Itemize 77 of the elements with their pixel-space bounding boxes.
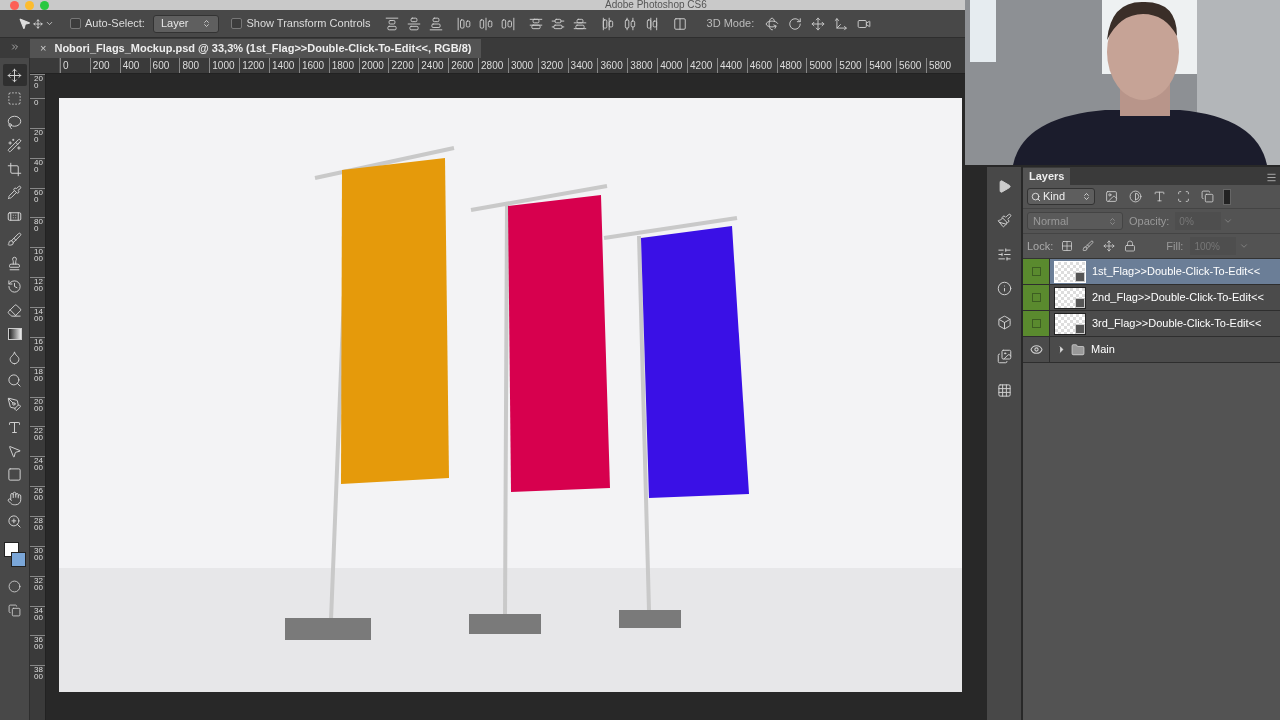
opacity-label: Opacity:: [1129, 213, 1170, 229]
filter-toggle[interactable]: [1223, 188, 1231, 205]
ruler-label: 2400: [418, 58, 449, 73]
lock-all-icon[interactable]: [1123, 239, 1138, 253]
ruler-label: 0: [60, 58, 90, 73]
ruler-label: 2800: [478, 58, 508, 73]
layer-name: 1st_Flag>>Double-Click-To-Edit<<: [1092, 264, 1261, 280]
ruler-label: 3000: [507, 58, 538, 73]
move-tool-preset-icon[interactable]: [18, 17, 54, 30]
shape-filter-icon[interactable]: [1175, 188, 1191, 205]
ruler-label: 4200: [687, 58, 717, 73]
layer-name: Main: [1091, 342, 1115, 358]
ruler-label: 1800: [328, 58, 359, 73]
ruler-label: 1600: [298, 58, 329, 73]
smart-object-filter-icon[interactable]: [1199, 188, 1215, 205]
search-icon: [1031, 191, 1041, 202]
ruler-label: 3400: [567, 58, 598, 73]
layer-row[interactable]: 3rd_Flag>>Double-Click-To-Edit<<: [1023, 311, 1280, 337]
ruler-label: 5800: [925, 58, 956, 73]
image-filter-icon[interactable]: [1103, 188, 1119, 205]
fill-label: Fill:: [1166, 238, 1184, 254]
checkbox-label: Auto-Select:: [85, 16, 145, 32]
visibility-eye-icon[interactable]: [1029, 343, 1043, 356]
ruler-label: 3200: [537, 58, 568, 73]
ruler-label: 5200: [836, 58, 867, 73]
ruler-label: 2200: [388, 58, 419, 73]
ruler-label: 4600: [746, 58, 777, 73]
layer-thumbnail: [1054, 260, 1086, 283]
updown-caret-icon: [1108, 216, 1117, 226]
layer-row[interactable]: Main: [1023, 337, 1280, 363]
ruler-label: 3800: [627, 58, 658, 73]
checkbox-label: Show Transform Controls: [246, 16, 371, 32]
ruler-label: 3600: [597, 58, 628, 73]
collapse-icon[interactable]: [10, 42, 20, 52]
adjustment-filter-icon[interactable]: [1127, 188, 1143, 205]
ruler-label: 1000: [209, 58, 240, 73]
layers-tab[interactable]: Layers: [1023, 168, 1071, 185]
ruler-label: 5400: [866, 58, 897, 73]
ruler-label: 1400: [269, 58, 299, 73]
move-tool-icon[interactable]: [2, 64, 27, 86]
visibility-toggle[interactable]: [1031, 293, 1041, 302]
ruler-label: 200: [89, 58, 120, 73]
layer-row[interactable]: 1st_Flag>>Double-Click-To-Edit<<: [1023, 259, 1280, 285]
auto-select-dropdown[interactable]: Layer: [152, 14, 220, 33]
3d-mode-label: 3D Mode:: [706, 16, 755, 32]
checkbox[interactable]: [231, 18, 243, 29]
checkbox[interactable]: [70, 18, 81, 29]
ruler-label: 800: [179, 58, 210, 73]
ruler-label: 4400: [716, 58, 747, 73]
ruler-label: 5000: [806, 58, 837, 73]
ruler-label: 600: [149, 58, 180, 73]
ruler-label: 5600: [896, 58, 926, 73]
window-title: Adobe Photoshop CS6: [605, 0, 707, 10]
ruler-label: 4000: [657, 58, 688, 73]
filter-kind-dropdown[interactable]: Kind: [1027, 188, 1095, 205]
lock-paint-icon[interactable]: [1081, 239, 1096, 253]
layer-thumbnail: [1054, 286, 1086, 309]
lock-position-icon[interactable]: [1102, 239, 1117, 253]
visibility-toggle[interactable]: [1031, 267, 1041, 276]
layer-name: 3rd_Flag>>Double-Click-To-Edit<<: [1092, 316, 1262, 332]
ruler-label: 400: [119, 58, 150, 73]
ruler-label: 1200: [239, 58, 269, 73]
updown-caret-icon: [202, 19, 212, 28]
ruler-label: 2600: [448, 58, 479, 73]
visibility-toggle[interactable]: [1031, 319, 1041, 328]
lock-label: Lock:: [1027, 238, 1054, 254]
close-tab-button[interactable]: ×: [40, 43, 47, 54]
ruler-label: 4800: [776, 58, 807, 73]
layer-thumbnail: [1054, 312, 1086, 335]
folder-icon: [1071, 342, 1085, 357]
document-tab[interactable]: × Nobori_Flags_Mockup.psd @ 33,3% (1st_Flag>>Double-Click-To-Edit<<, RGB/8): [30, 39, 482, 58]
updown-caret-icon: [1082, 192, 1091, 201]
tab-title: Nobori_Flags_Mockup.psd @ 33,3% (1st_Flag>>Double-Click-To-Edit<<, RGB/8): [54, 41, 472, 57]
lock-pixels-icon[interactable]: [1060, 239, 1075, 253]
ruler-label: 2000: [358, 58, 389, 73]
layer-row[interactable]: 2nd_Flag>>Double-Click-To-Edit<<: [1023, 285, 1280, 311]
layer-name: 2nd_Flag>>Double-Click-To-Edit<<: [1092, 290, 1264, 306]
